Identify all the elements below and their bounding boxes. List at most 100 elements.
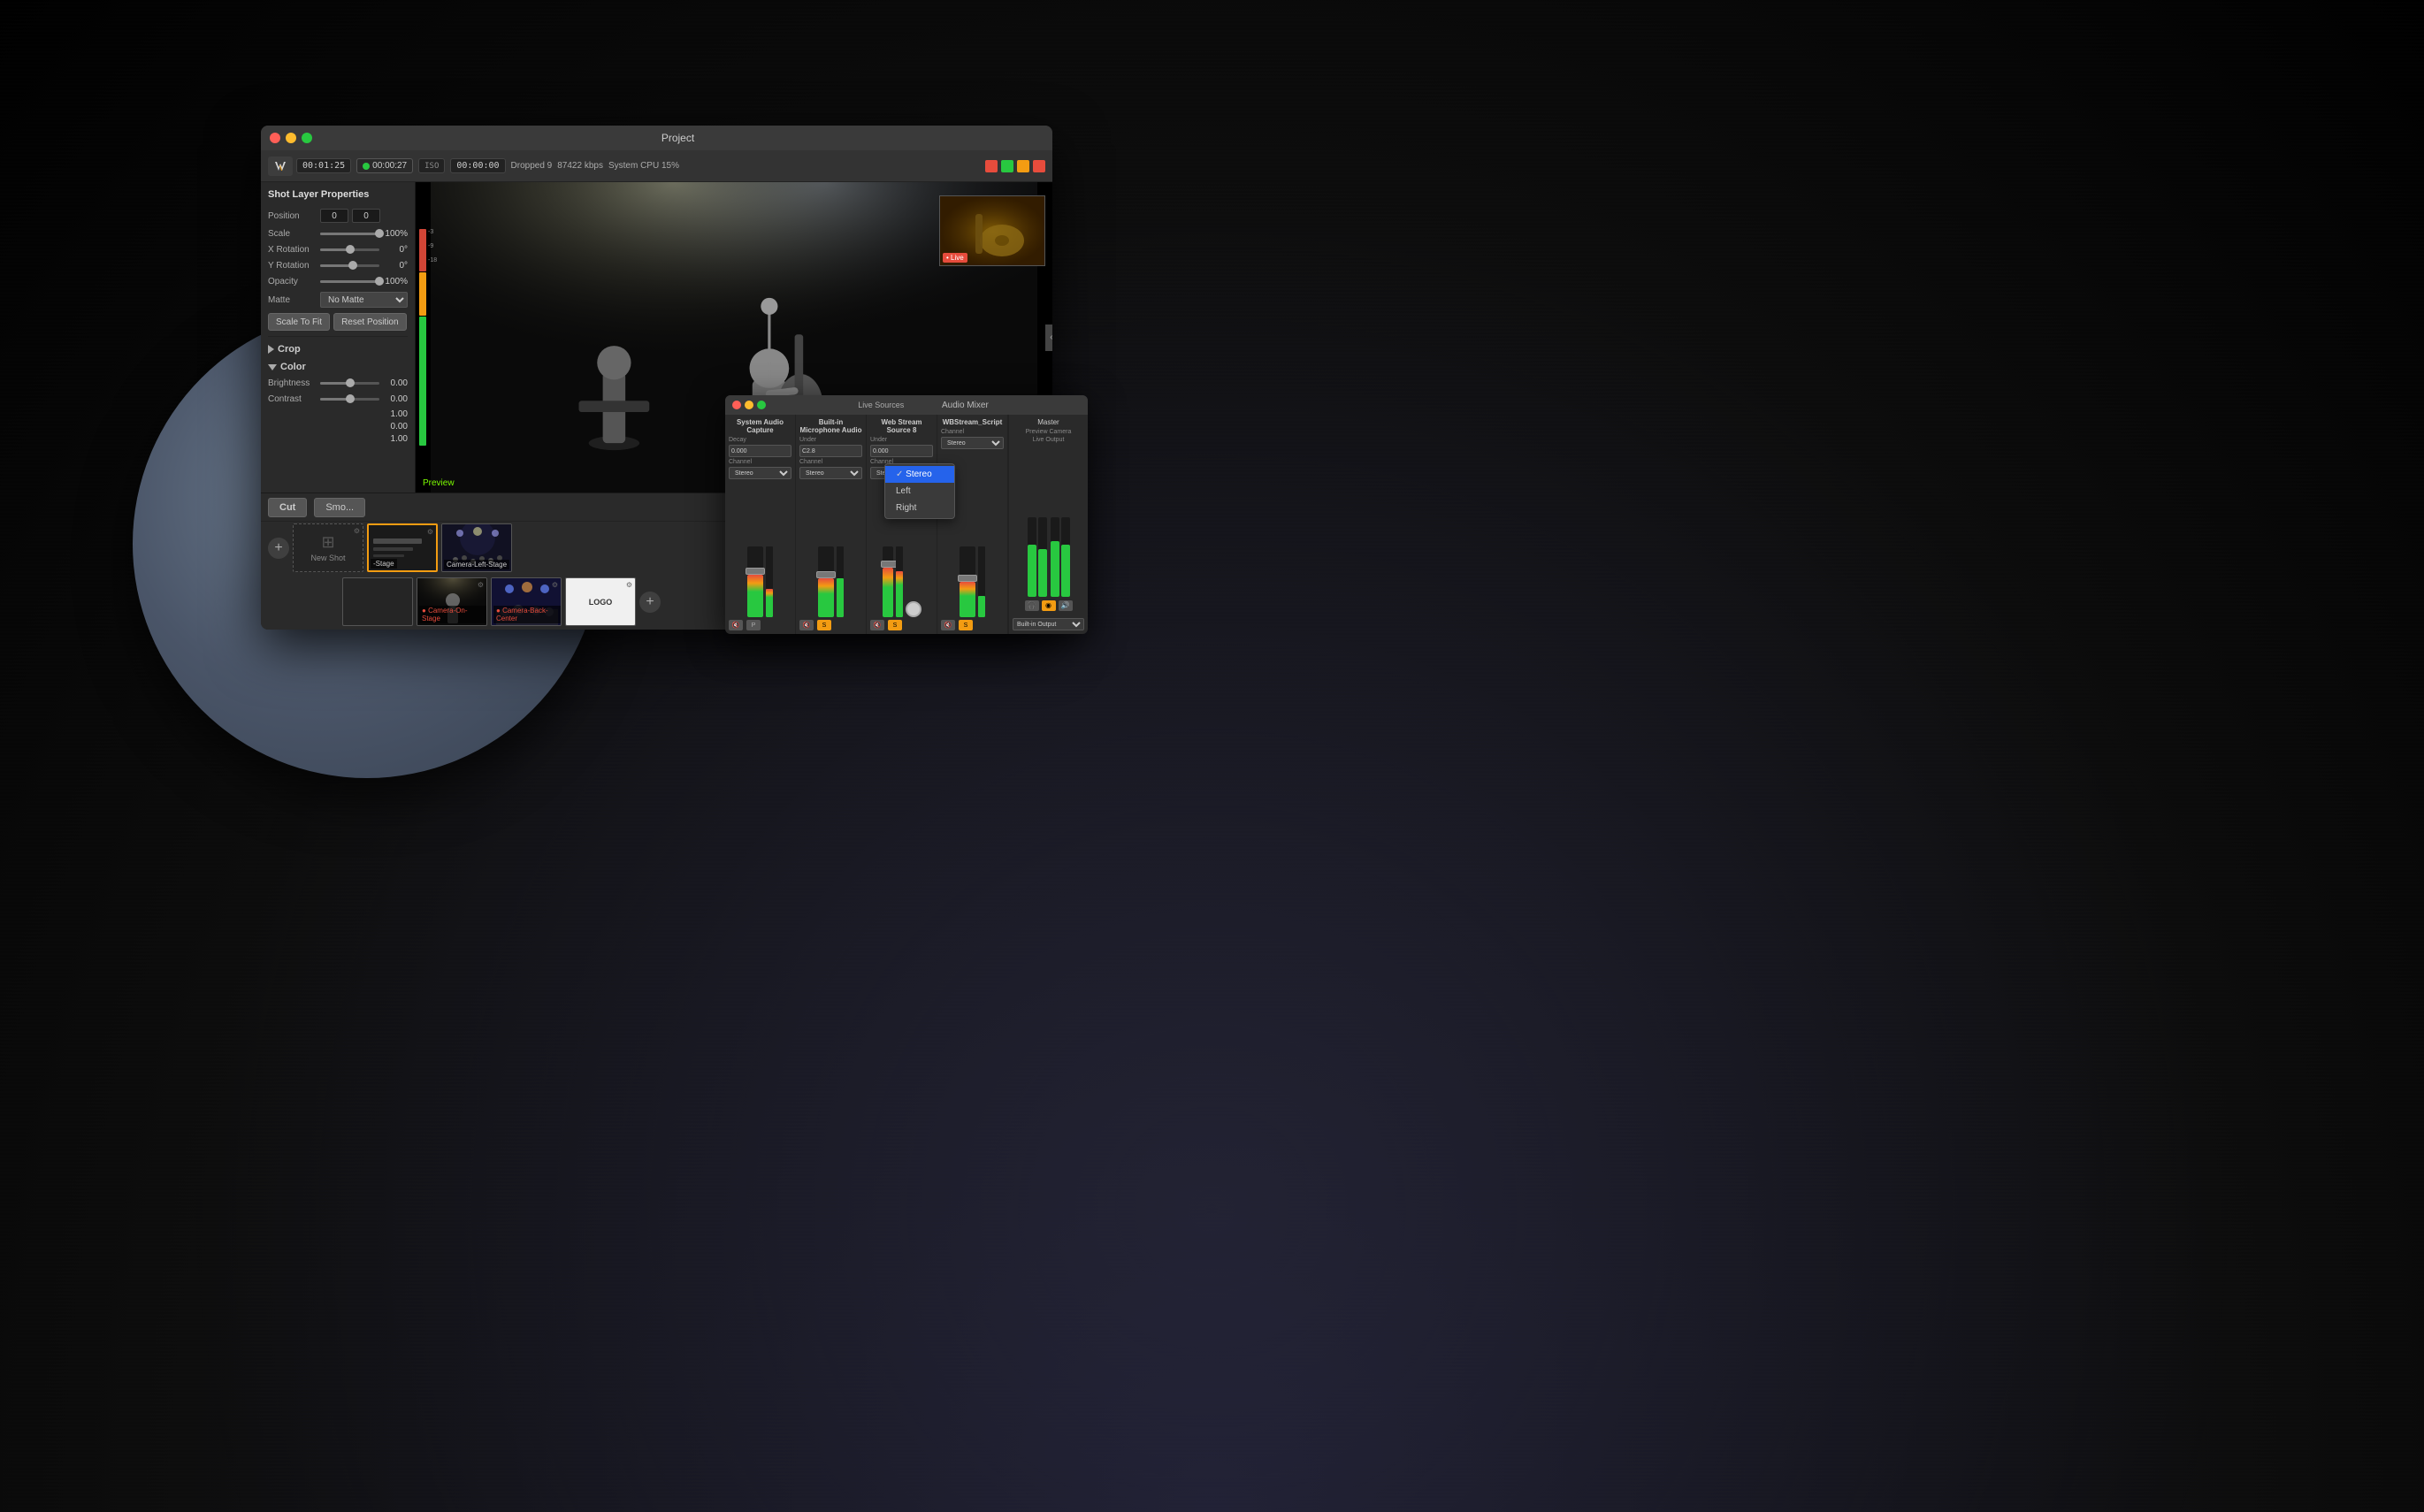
stream-time: 00:01:25 [296, 158, 351, 173]
dropdown-right[interactable]: Right [885, 500, 954, 516]
opacity-thumb[interactable] [375, 277, 384, 286]
position-row: Position [268, 209, 408, 223]
shot-camera-on-stage[interactable]: Camera-On-Stage ⚙ [417, 577, 487, 626]
extra-values: 1.00 0.00 1.00 [268, 409, 408, 444]
brightness-slider[interactable] [320, 378, 379, 388]
contrast-label: Contrast [268, 394, 317, 404]
position-x-input[interactable] [320, 209, 348, 223]
ch3-fader-fill [883, 568, 893, 617]
channel-wb-stream: WBStream_Script Channel Stereo 🔇 S [937, 415, 1008, 634]
extra-val-2: 0.00 [383, 422, 408, 431]
preview-r-fill [1038, 549, 1047, 597]
mixer-minimize[interactable] [745, 401, 753, 409]
new-shot-text: New Shot [310, 554, 345, 562]
mixer-title: Live Sources Audio Mixer [766, 401, 1081, 410]
ch3-mute[interactable]: 🔇 [870, 620, 884, 630]
cut-button[interactable]: Cut [268, 498, 307, 517]
ch2-solo[interactable]: S [817, 620, 831, 630]
ch1-fader-knob[interactable] [746, 568, 765, 575]
ch3-under-input[interactable] [870, 445, 933, 457]
add-shot-button-2[interactable]: + [639, 592, 661, 613]
new-shot-thumb[interactable]: ⊞ New Shot ⚙ [293, 523, 363, 572]
output-select[interactable]: Built-in Output [1013, 618, 1084, 630]
dropdown-stereo[interactable]: Stereo [885, 466, 954, 483]
back-center-settings[interactable]: ⚙ [552, 581, 558, 589]
contrast-slider[interactable] [320, 393, 379, 404]
ch1-decay-input[interactable] [729, 445, 791, 457]
minimize-button[interactable] [286, 133, 296, 143]
ch4-fader-knob[interactable] [958, 575, 977, 582]
maximize-button[interactable] [302, 133, 312, 143]
shot-empty[interactable] [342, 577, 413, 626]
ch4-bottom: 🔇 S [941, 620, 1004, 630]
preview-fader-pair [1028, 517, 1047, 597]
shot-logo[interactable]: LOGO ⚙ [565, 577, 636, 626]
master-speaker-btn[interactable]: 🔊 [1059, 600, 1073, 611]
indicator-3 [1017, 160, 1029, 172]
shot-camera-back[interactable]: Camera-Back-Center ⚙ [491, 577, 562, 626]
y-rotation-slider[interactable] [320, 260, 379, 271]
stream-status: 00:01:25 00:00:27 ISO 00:00:00 Dropped 9… [296, 158, 679, 173]
contrast-thumb[interactable] [346, 394, 355, 403]
ch1-meter [766, 546, 773, 617]
color-section-header[interactable]: Color [268, 362, 408, 372]
ch1-controls: Decay Channel Stereo [729, 437, 791, 479]
stream-indicators [985, 160, 1045, 172]
mixer-close[interactable] [732, 401, 741, 409]
ch1-channel-select[interactable]: Stereo [729, 467, 791, 479]
back-stage-settings[interactable]: ⚙ [427, 528, 433, 536]
logo-settings[interactable]: ⚙ [626, 581, 632, 589]
new-shot-label: ⊞ New Shot [294, 524, 363, 571]
add-shot-button[interactable]: + [268, 538, 289, 559]
y-rotation-thumb[interactable] [348, 261, 357, 270]
dropdown-left[interactable]: Left [885, 483, 954, 500]
stereo-dropdown: Stereo Left Right [884, 463, 955, 519]
ch3-bottom: 🔇 S [870, 620, 933, 630]
reset-position-button[interactable]: Reset Position [333, 313, 406, 331]
shot-settings-icon[interactable]: ⚙ [354, 527, 360, 535]
live-l-fill [1051, 541, 1059, 597]
position-y-input[interactable] [352, 209, 380, 223]
close-button[interactable] [270, 133, 280, 143]
mixer-maximize[interactable] [757, 401, 766, 409]
extra-val-3: 1.00 [383, 434, 408, 444]
shot-back-stage[interactable]: -Stage ⚙ [367, 523, 438, 572]
on-stage-settings[interactable]: ⚙ [478, 581, 484, 589]
master-monitor-btn[interactable]: ◉ [1042, 600, 1056, 611]
opacity-track [320, 280, 379, 283]
x-rotation-thumb[interactable] [346, 245, 355, 254]
ch4-mute[interactable]: 🔇 [941, 620, 955, 630]
ch2-fader-knob[interactable] [816, 571, 836, 578]
scale-slider[interactable] [320, 228, 379, 239]
live-fader-l [1051, 517, 1059, 597]
ch2-mute[interactable]: 🔇 [799, 620, 814, 630]
ch4-channel-select[interactable]: Stereo [941, 437, 1004, 449]
live-badge: • Live [943, 253, 967, 263]
brightness-thumb[interactable] [346, 378, 355, 387]
ch3-knob[interactable] [906, 601, 921, 617]
master-headphone-btn[interactable]: 🎧 [1025, 600, 1039, 611]
ch1-mute[interactable]: 🔇 [729, 620, 743, 630]
opacity-slider[interactable] [320, 276, 379, 286]
ch1-fader-track [747, 546, 763, 617]
ch3-solo[interactable]: S [888, 620, 902, 630]
brightness-value: 0.00 [383, 378, 408, 388]
x-rotation-slider[interactable] [320, 244, 379, 255]
panel-title: Shot Layer Properties [268, 189, 408, 200]
ch4-solo[interactable]: S [959, 620, 973, 630]
crop-section-header[interactable]: Crop [268, 344, 408, 355]
scale-to-fit-button[interactable]: Scale To Fit [268, 313, 330, 331]
smooth-button[interactable]: Smo... [314, 498, 365, 517]
shot-camera-left[interactable]: Camera-Left-Stage [441, 523, 512, 572]
ch2-bottom: 🔇 S [799, 620, 862, 630]
ch1-extra-btn[interactable]: P [746, 620, 761, 630]
matte-select[interactable]: No Matte [320, 292, 408, 308]
ch2-under-input[interactable] [799, 445, 862, 457]
scale-thumb[interactable] [375, 229, 384, 238]
color-expand-icon [268, 364, 277, 370]
ch2-channel-select[interactable]: Stereo [799, 467, 862, 479]
collapse-panel-button[interactable]: « [1045, 325, 1052, 351]
go-live-button[interactable]: 00:00:27 [356, 158, 413, 173]
preview-fader-r [1038, 517, 1047, 597]
ch3-name: Web Stream Source 8 [870, 418, 933, 434]
